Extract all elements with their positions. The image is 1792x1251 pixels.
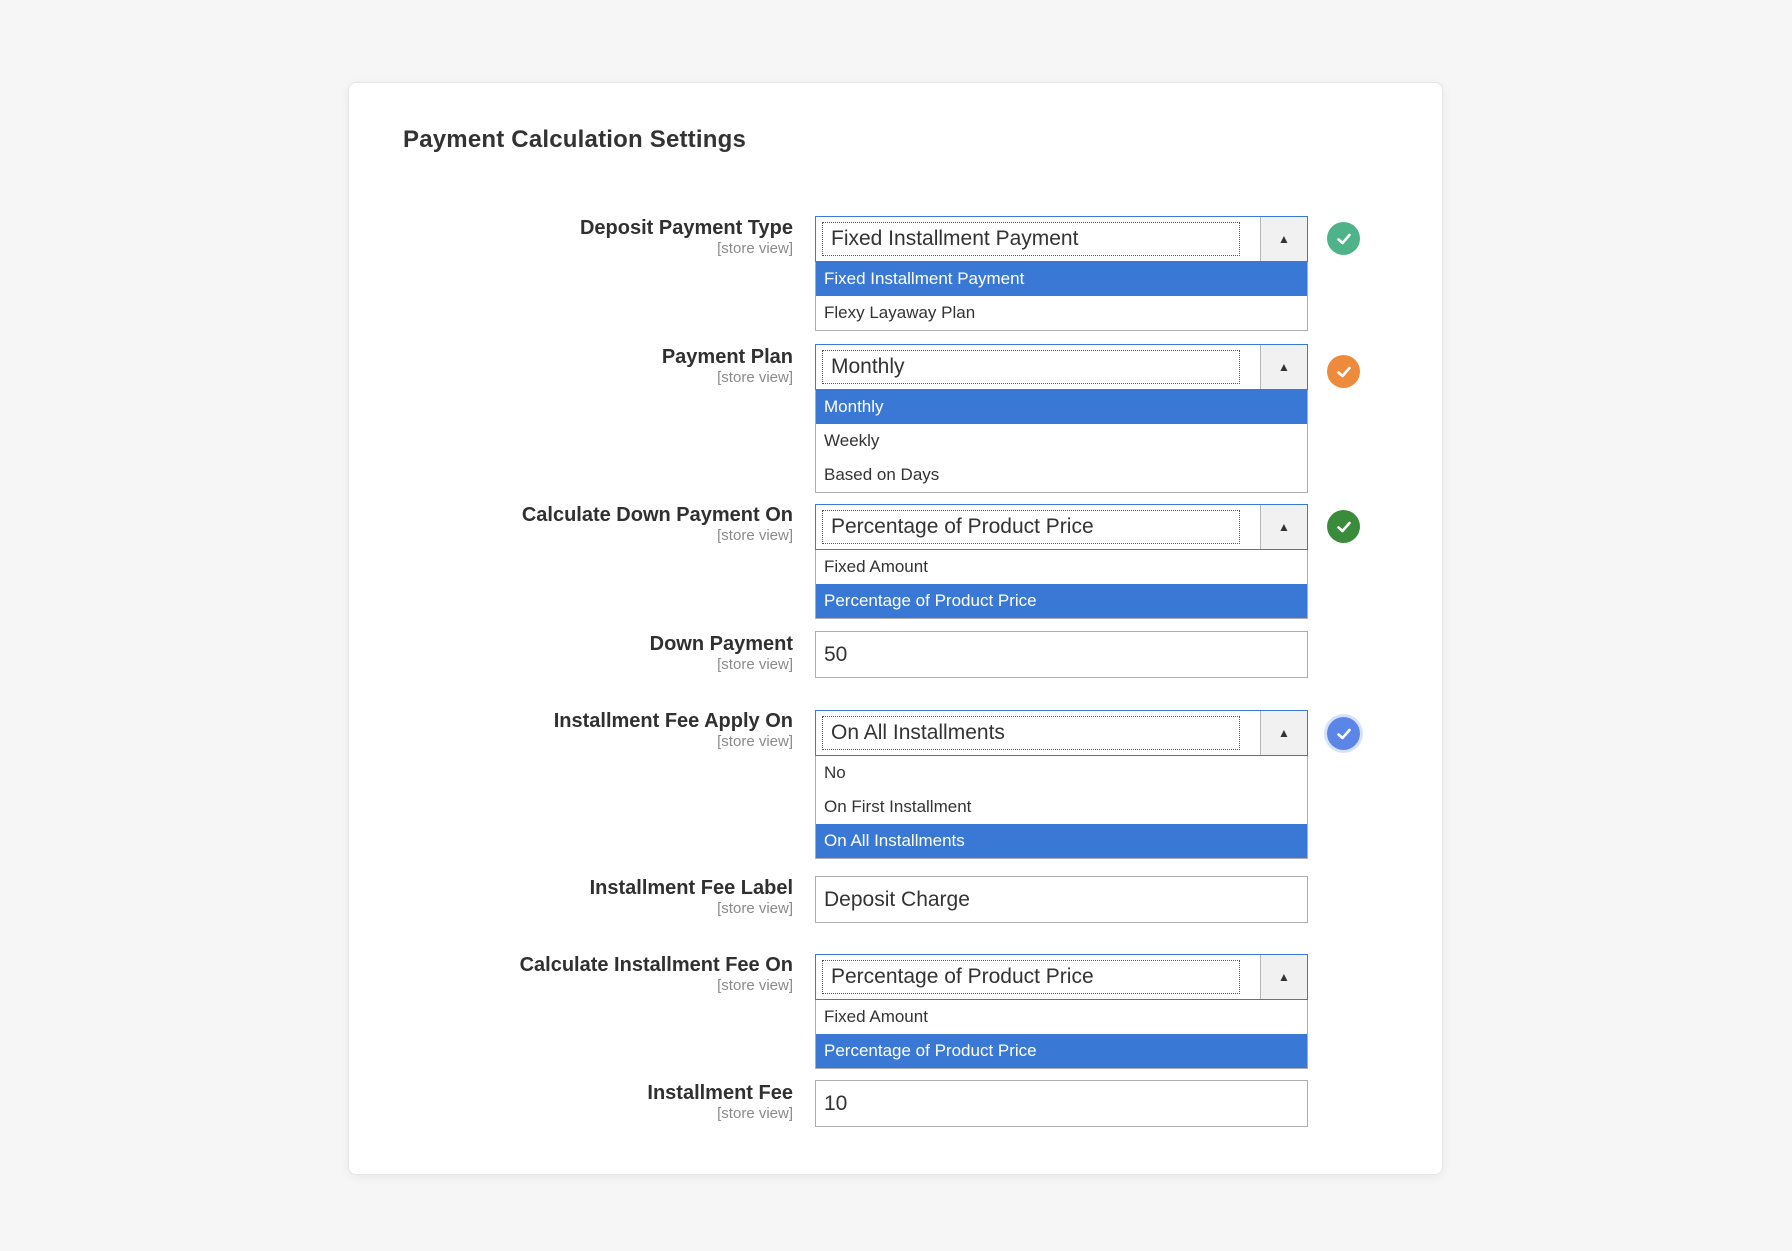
installment-fee-input[interactable]: 10 <box>815 1080 1308 1127</box>
calculate-down-payment-on-label-block: Calculate Down Payment On [store view] <box>522 503 793 545</box>
scope-label: [store view] <box>717 240 793 257</box>
dropdown-toggle-button[interactable]: ▲ <box>1260 955 1307 999</box>
dropdown-option[interactable]: Flexy Layaway Plan <box>816 296 1307 330</box>
deposit-payment-type-value: Fixed Installment Payment <box>822 222 1240 256</box>
caret-up-icon: ▲ <box>1278 726 1290 740</box>
dropdown-option[interactable]: On All Installments <box>816 824 1307 858</box>
dropdown-option[interactable]: Percentage of Product Price <box>816 1034 1307 1068</box>
down-payment-label-block: Down Payment [store view] <box>650 632 793 674</box>
installment-fee-label-label: Installment Fee Label <box>589 877 793 899</box>
dropdown-option[interactable]: Monthly <box>816 390 1307 424</box>
scope-label: [store view] <box>717 977 793 994</box>
calculate-installment-fee-on-select[interactable]: Percentage of Product Price ▲ <box>815 954 1308 1000</box>
payment-plan-label: Payment Plan <box>661 346 793 368</box>
dropdown-option[interactable]: On First Installment <box>816 790 1307 824</box>
check-icon <box>1336 521 1351 532</box>
scope-label: [store view] <box>717 656 793 673</box>
deposit-payment-type-label: Deposit Payment Type <box>579 217 793 239</box>
calculate-installment-fee-on-label-block: Calculate Installment Fee On [store view… <box>520 953 793 995</box>
caret-up-icon: ▲ <box>1278 970 1290 984</box>
deposit-payment-type-label-block: Deposit Payment Type [store view] <box>580 216 793 258</box>
page-title: Payment Calculation Settings <box>403 126 747 153</box>
dropdown-option[interactable]: No <box>816 756 1307 790</box>
calculate-installment-fee-on-options: Fixed Amount Percentage of Product Price <box>815 1000 1308 1069</box>
scope-label: [store view] <box>717 527 793 544</box>
dropdown-toggle-button[interactable]: ▲ <box>1260 505 1307 549</box>
check-icon <box>1336 366 1351 377</box>
deposit-payment-type-select[interactable]: Fixed Installment Payment ▲ <box>815 216 1308 262</box>
status-check-icon <box>1327 717 1360 750</box>
dropdown-option[interactable]: Based on Days <box>816 458 1307 492</box>
installment-fee-apply-on-options: No On First Installment On All Installme… <box>815 756 1308 859</box>
status-check-icon <box>1327 355 1360 388</box>
installment-fee-apply-on-value: On All Installments <box>822 716 1240 750</box>
check-icon <box>1336 728 1351 739</box>
dropdown-option[interactable]: Fixed Installment Payment <box>816 262 1307 296</box>
calculate-down-payment-on-options: Fixed Amount Percentage of Product Price <box>815 550 1308 619</box>
calculate-installment-fee-on-value: Percentage of Product Price <box>822 960 1240 994</box>
scope-label: [store view] <box>717 369 793 386</box>
dropdown-option[interactable]: Weekly <box>816 424 1307 458</box>
installment-fee-apply-on-label: Installment Fee Apply On <box>553 710 793 732</box>
installment-fee-label-block: Installment Fee [store view] <box>647 1081 793 1123</box>
deposit-payment-type-options: Fixed Installment Payment Flexy Layaway … <box>815 262 1308 331</box>
scope-label: [store view] <box>717 1105 793 1122</box>
calculate-installment-fee-on-label: Calculate Installment Fee On <box>519 954 793 976</box>
dropdown-option[interactable]: Percentage of Product Price <box>816 584 1307 618</box>
status-check-icon <box>1327 510 1360 543</box>
caret-up-icon: ▲ <box>1278 520 1290 534</box>
caret-up-icon: ▲ <box>1278 360 1290 374</box>
dropdown-option[interactable]: Fixed Amount <box>816 1000 1307 1034</box>
payment-plan-label-block: Payment Plan [store view] <box>662 345 793 387</box>
installment-fee-apply-on-select[interactable]: On All Installments ▲ <box>815 710 1308 756</box>
status-check-icon <box>1327 222 1360 255</box>
scope-label: [store view] <box>717 733 793 750</box>
caret-up-icon: ▲ <box>1278 232 1290 246</box>
down-payment-label: Down Payment <box>649 633 793 655</box>
payment-plan-value: Monthly <box>822 350 1240 384</box>
check-icon <box>1336 233 1351 244</box>
dropdown-toggle-button[interactable]: ▲ <box>1260 711 1307 755</box>
installment-fee-apply-on-label-block: Installment Fee Apply On [store view] <box>554 709 793 751</box>
installment-fee-label: Installment Fee <box>647 1082 793 1104</box>
calculate-down-payment-on-value: Percentage of Product Price <box>822 510 1240 544</box>
calculate-down-payment-on-select[interactable]: Percentage of Product Price ▲ <box>815 504 1308 550</box>
installment-fee-label-label-block: Installment Fee Label [store view] <box>590 876 793 918</box>
dropdown-option[interactable]: Fixed Amount <box>816 550 1307 584</box>
calculate-down-payment-on-label: Calculate Down Payment On <box>521 504 793 526</box>
dropdown-toggle-button[interactable]: ▲ <box>1260 217 1307 261</box>
down-payment-input[interactable]: 50 <box>815 631 1308 678</box>
payment-plan-select[interactable]: Monthly ▲ <box>815 344 1308 390</box>
dropdown-toggle-button[interactable]: ▲ <box>1260 345 1307 389</box>
scope-label: [store view] <box>717 900 793 917</box>
installment-fee-label-input[interactable]: Deposit Charge <box>815 876 1308 923</box>
payment-plan-options: Monthly Weekly Based on Days <box>815 390 1308 493</box>
